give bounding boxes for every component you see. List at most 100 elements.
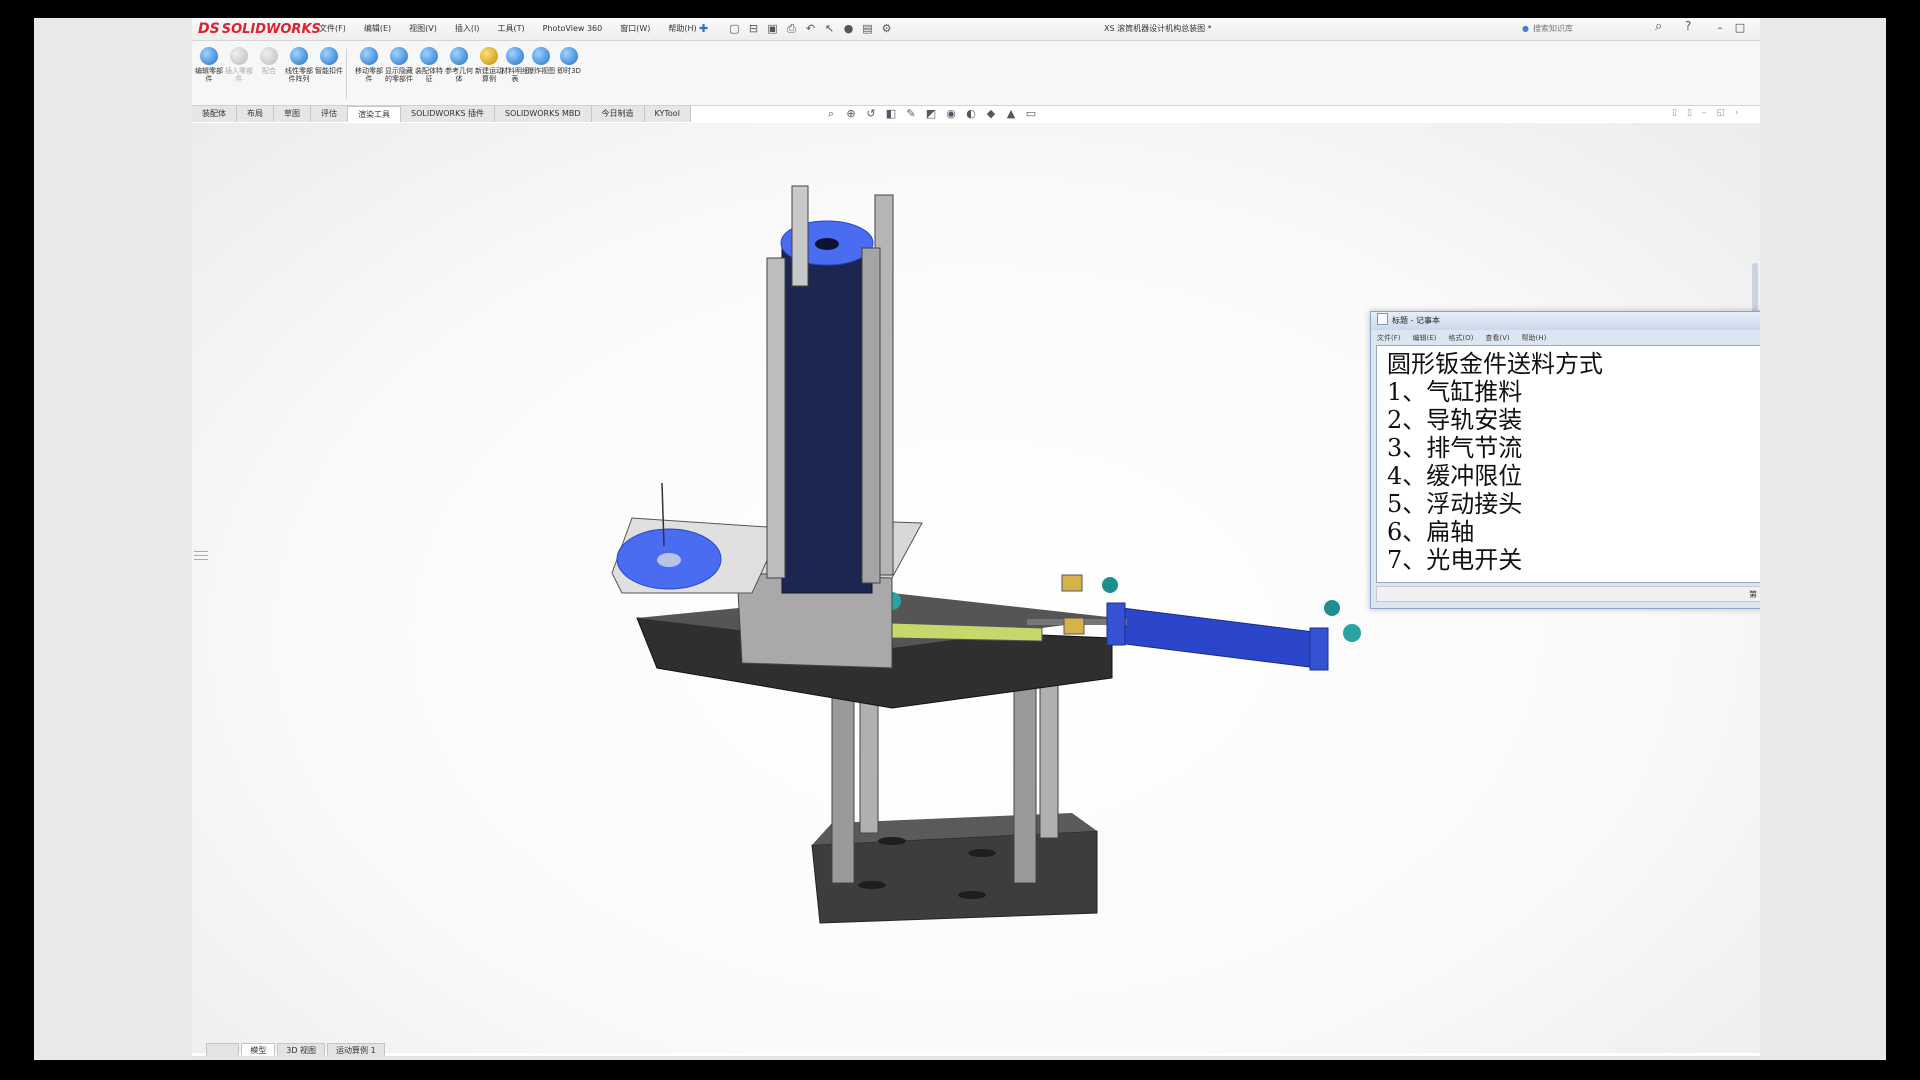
notepad-menu-view[interactable]: 查看(V) — [1485, 332, 1509, 344]
cmd-show-hidden[interactable]: 显示隐藏的零部件 — [382, 47, 416, 83]
cmd-smart-fasteners[interactable]: 智能扣件 — [312, 47, 346, 75]
cmd-label: 显示隐藏的零部件 — [385, 67, 413, 83]
cmd-move-component[interactable]: 移动零部件 — [352, 47, 386, 83]
notepad-line: 6、扁轴 — [1387, 518, 1475, 546]
solidworks-logo: DS SOLIDWORKS — [198, 21, 321, 37]
notepad-cursor-position: 第 1 行，第 1 列 — [1749, 590, 1760, 599]
move-component-icon — [360, 47, 378, 65]
screen-frame: DS SOLIDWORKS 文件(F) 编辑(E) 视图(V) 插入(I) 工具(… — [34, 18, 1886, 1060]
tab-render-tools[interactable]: 渲染工具 — [348, 106, 401, 122]
cmd-label: 智能扣件 — [315, 67, 343, 75]
tab-sketch[interactable]: 草图 — [274, 106, 311, 122]
doc-restore-icon[interactable]: ◱ — [1716, 108, 1725, 118]
previous-view-icon[interactable]: ↺ — [864, 107, 878, 121]
status-bar — [192, 1056, 1760, 1060]
base-hole — [958, 891, 986, 899]
quick-access-toolbar: ▢ ⊟ ▣ ⎙ ↶ ↖ ● ▤ ⚙ — [727, 21, 894, 36]
view-settings-icon[interactable]: ▭ — [1024, 107, 1038, 121]
zoom-to-fit-icon[interactable]: ⌕ — [824, 107, 838, 121]
tab-kytool[interactable]: KYTool — [644, 106, 691, 122]
bom-icon — [506, 47, 524, 65]
cmd-edit-component[interactable]: 编辑零部件 — [192, 47, 226, 83]
apply-scene-icon[interactable]: ▲ — [1004, 107, 1018, 121]
notepad-menu-bar: 文件(F) 编辑(E) 格式(O) 查看(V) 帮助(H) — [1377, 332, 1558, 344]
cmd-mate[interactable]: 配合 — [252, 47, 286, 75]
menu-window[interactable]: 窗口(W) — [611, 18, 659, 40]
air-fitting — [1324, 600, 1340, 616]
menu-tools[interactable]: 工具(T) — [488, 18, 533, 40]
insert-component-icon — [230, 47, 248, 65]
save-icon[interactable]: ▣ — [765, 21, 780, 36]
tab-solidworks-addins[interactable]: SOLIDWORKS 插件 — [401, 106, 495, 122]
tab-evaluate[interactable]: 评估 — [311, 106, 348, 122]
select-icon[interactable]: ↖ — [822, 21, 837, 36]
search-placeholder: 搜索知识库 — [1532, 24, 1573, 33]
undo-icon[interactable]: ↶ — [803, 21, 818, 36]
command-separator — [346, 49, 347, 99]
view-orientation-icon[interactable]: ◩ — [924, 107, 938, 121]
notepad-line: 圆形钣金件送料方式 — [1387, 350, 1603, 378]
print-icon[interactable]: ⎙ — [784, 21, 799, 36]
cmd-insert-component[interactable]: 插入零部件 — [222, 47, 256, 83]
dynamic-annotation-icon[interactable]: ✎ — [904, 107, 918, 121]
maximize-icon[interactable]: □ — [1734, 18, 1746, 38]
title-bar: DS SOLIDWORKS 文件(F) 编辑(E) 视图(V) 插入(I) 工具(… — [192, 18, 1760, 41]
doc-minimize-icon[interactable]: – — [1702, 108, 1707, 118]
tab-motion-study[interactable]: 运动算例 1 — [327, 1043, 385, 1057]
split-pane-icon[interactable]: ▯ — [1672, 108, 1677, 118]
hide-show-items-icon[interactable]: ◐ — [964, 107, 978, 121]
search-icon[interactable]: ⌕ — [1655, 19, 1662, 34]
knowledge-search-icon: ● — [1522, 24, 1529, 33]
tab-solidworks-mbd[interactable]: SOLIDWORKS MBD — [494, 106, 592, 122]
menu-insert[interactable]: 插入(I) — [446, 18, 489, 40]
notepad-menu-edit[interactable]: 编辑(E) — [1413, 332, 1437, 344]
graphics-area[interactable]: 标题 - 记事本 _ □ X 文件(F) 编辑(E) 格式(O) 查看(V) 帮… — [192, 123, 1760, 1053]
tab-layout[interactable]: 布局 — [237, 106, 274, 122]
base-hole — [858, 881, 886, 889]
command-tabs: 装配体 布局 草图 评估 渲染工具 SOLIDWORKS 插件 SOLIDWOR… — [192, 106, 691, 122]
pin-icon[interactable]: ✚ — [699, 22, 708, 35]
magazine-top-hole — [815, 238, 839, 250]
tab-assembly[interactable]: 装配体 — [192, 106, 237, 122]
notepad-text-area[interactable]: 圆形钣金件送料方式 1、气缸推料 2、导轨安装 3、排气节流 4、缓冲限位 5、… — [1376, 345, 1760, 583]
notepad-menu-help[interactable]: 帮助(H) — [1522, 332, 1547, 344]
menu-photoview[interactable]: PhotoView 360 — [534, 18, 612, 40]
zoom-to-area-icon[interactable]: ⊕ — [844, 107, 858, 121]
cmd-instant3d[interactable]: 即时3D — [552, 47, 586, 75]
tile-pane-icon[interactable]: ▯ — [1687, 108, 1692, 118]
cmd-linear-pattern[interactable]: 线性零部件阵列 — [282, 47, 316, 83]
help-icon[interactable]: ? — [1685, 19, 1691, 33]
tab-manufacturing[interactable]: 今日制造 — [591, 106, 645, 122]
file-properties-icon[interactable]: ▤ — [860, 21, 875, 36]
notepad-menu-file[interactable]: 文件(F) — [1377, 332, 1401, 344]
edit-appearance-icon[interactable]: ◆ — [984, 107, 998, 121]
cmd-reference-geometry[interactable]: 参考几何体 — [442, 47, 476, 83]
section-view-icon[interactable]: ◧ — [884, 107, 898, 121]
options-gear-icon[interactable]: ⚙ — [879, 21, 894, 36]
menu-file[interactable]: 文件(F) — [310, 18, 355, 40]
menu-view[interactable]: 视图(V) — [400, 18, 446, 40]
new-document-icon[interactable]: ▢ — [727, 21, 742, 36]
search-input[interactable]: ● 搜索知识库 — [1522, 21, 1642, 36]
show-hidden-icon — [390, 47, 408, 65]
rebuild-icon[interactable]: ● — [841, 21, 856, 36]
menu-edit[interactable]: 编辑(E) — [355, 18, 400, 40]
guide-post — [791, 185, 809, 287]
guide-post — [766, 257, 786, 579]
tab-collapse-handle[interactable] — [206, 1043, 240, 1057]
air-cylinder-endcap — [1106, 602, 1126, 646]
tab-model[interactable]: 模型 — [241, 1043, 276, 1057]
minimize-icon[interactable]: – — [1714, 18, 1726, 38]
notepad-title-bar[interactable]: 标题 - 记事本 _ □ X — [1371, 312, 1760, 330]
window-controls: – □ — [1714, 18, 1746, 38]
buffer-stop — [1063, 617, 1085, 635]
notepad-menu-format[interactable]: 格式(O) — [1448, 332, 1473, 344]
open-folder-icon[interactable]: ⊟ — [746, 21, 761, 36]
base-plate — [811, 830, 1098, 924]
assembly-features-icon — [420, 47, 438, 65]
cmd-assembly-features[interactable]: 装配体特征 — [412, 47, 446, 83]
notepad-window[interactable]: 标题 - 记事本 _ □ X 文件(F) 编辑(E) 格式(O) 查看(V) 帮… — [1370, 311, 1760, 609]
display-style-icon[interactable]: ◉ — [944, 107, 958, 121]
panel-expand-icon[interactable]: › — [1735, 108, 1739, 118]
tab-3d-views[interactable]: 3D 视图 — [277, 1043, 326, 1057]
